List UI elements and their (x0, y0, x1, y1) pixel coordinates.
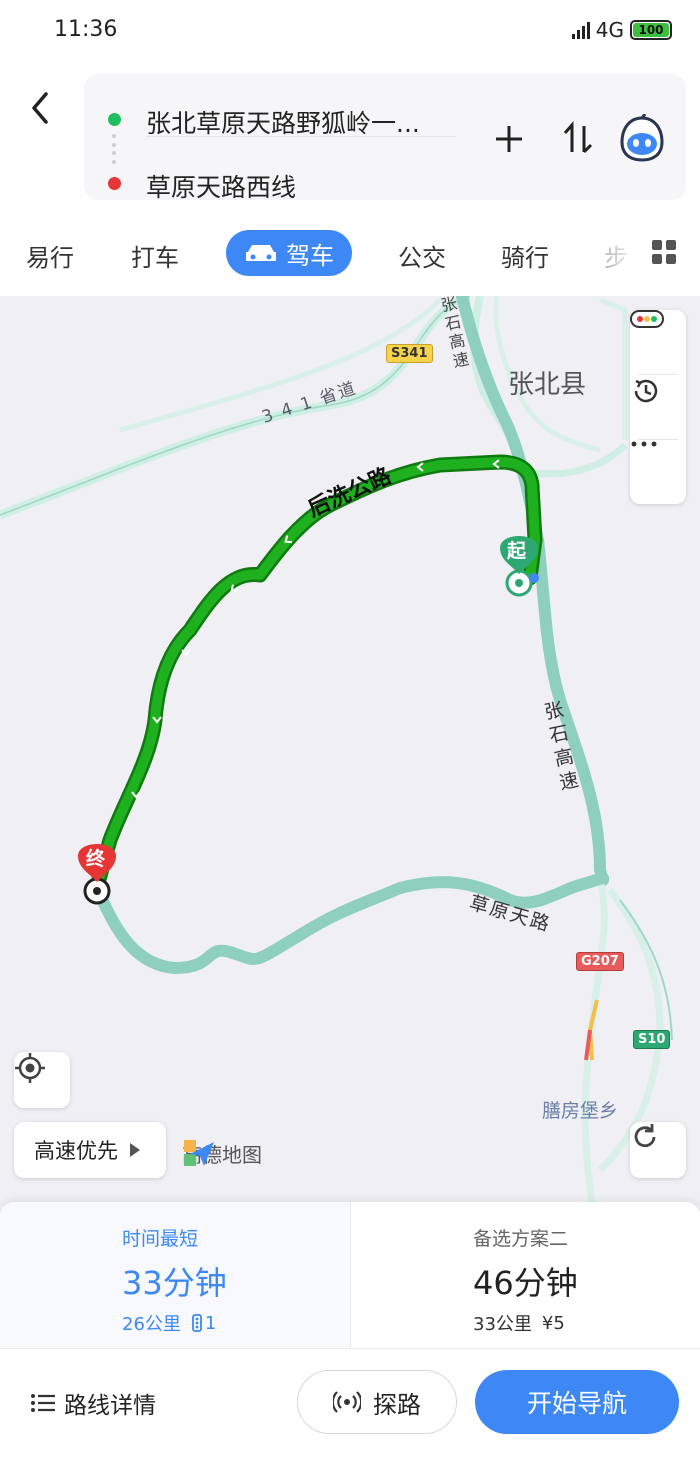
map-controls (630, 310, 686, 504)
route-input-card: 张北草原天路野狐岭一... 草原天路西线 (84, 74, 686, 202)
back-arrow-icon[interactable] (26, 88, 56, 128)
route-option-fastest[interactable]: 时间最短 33分钟 26公里 1 (0, 1202, 350, 1348)
map-roads (0, 296, 673, 1206)
tab-cycling[interactable]: 骑行 (501, 238, 549, 273)
destination-dot-icon (108, 177, 121, 190)
route-details-button[interactable]: 路线详情 (30, 1386, 156, 1420)
destination-field[interactable]: 草原天路西线 (146, 168, 296, 204)
origin-field[interactable]: 张北草原天路野狐岭一... (146, 104, 420, 140)
list-icon (31, 1394, 55, 1412)
route-option-label: 时间最短 (122, 1228, 199, 1250)
network-type: 4G (595, 18, 624, 42)
tabs-fade (590, 228, 640, 284)
start-navigation-button[interactable]: 开始导航 (475, 1370, 679, 1434)
more-modes-icon[interactable] (652, 240, 676, 264)
broadcast-icon (333, 1391, 361, 1413)
traffic-lights-value: 1 (204, 1312, 217, 1334)
traffic-signal-icon (192, 1314, 202, 1332)
status-bar: 11:36 4G 100 (0, 0, 700, 60)
locate-button[interactable] (14, 1052, 70, 1108)
refresh-button[interactable] (630, 1122, 686, 1178)
more-options-button[interactable] (630, 440, 686, 504)
origin-dot-icon (108, 113, 121, 126)
route-option-duration: 46分钟 (473, 1264, 578, 1302)
route-preference-label: 高速优先 (34, 1139, 118, 1163)
app-screen: 11:36 4G 100 张北草原天路野狐岭一... 草原天路西线 易行 打车 … (0, 0, 700, 1457)
route-option-meta: 26公里 1 (122, 1310, 216, 1336)
battery-icon: 100 (630, 20, 672, 40)
status-icons: 4G 100 (571, 18, 672, 42)
route-option-meta: 33公里 ¥5 (473, 1310, 565, 1336)
start-navigation-label: 开始导航 (526, 1389, 627, 1418)
traffic-lights-count: 1 (191, 1313, 216, 1334)
township-label: 膳房堡乡 (542, 1100, 619, 1122)
connector-dots (112, 134, 116, 164)
route-option-alternative[interactable]: 备选方案二 46分钟 33公里 ¥5 (350, 1202, 700, 1348)
explore-road-button[interactable]: 探路 (297, 1370, 457, 1434)
clock: 11:36 (54, 17, 118, 42)
amap-logo: 高德地图 (182, 1136, 262, 1170)
shield-s341: S341 (386, 344, 433, 363)
route-option-toll: ¥5 (541, 1312, 565, 1334)
route-header: 张北草原天路野狐岭一... 草原天路西线 易行 打车 驾车 公交 骑行 (0, 60, 700, 296)
history-button[interactable] (630, 375, 686, 439)
add-waypoint-icon[interactable] (492, 122, 526, 156)
field-divider (146, 136, 456, 137)
tab-easy-travel[interactable]: 易行 (26, 238, 74, 273)
transport-tabs: 易行 打车 驾车 公交 骑行 步 (0, 228, 700, 284)
car-icon (246, 245, 276, 261)
traffic-light-icon (630, 310, 664, 328)
route-details-label: 路线详情 (64, 1393, 156, 1419)
tab-drive[interactable]: 驾车 (226, 230, 352, 276)
sheet-divider (0, 1348, 700, 1349)
route-option-distance: 33公里 (473, 1314, 532, 1335)
tab-taxi[interactable]: 打车 (131, 238, 179, 273)
traffic-toggle[interactable] (630, 310, 686, 374)
route-option-label: 备选方案二 (473, 1228, 569, 1250)
expand-triangle-icon (130, 1143, 140, 1157)
end-marker[interactable]: 终 (86, 844, 105, 871)
route-preference-button[interactable]: 高速优先 (14, 1122, 166, 1178)
route-option-distance: 26公里 (122, 1314, 181, 1335)
shield-g207: G207 (576, 952, 624, 971)
clock-history-icon (634, 379, 658, 403)
signal-icon (571, 21, 590, 39)
assistant-mascot-icon[interactable] (618, 114, 666, 164)
start-marker[interactable]: 起 (507, 536, 526, 563)
swap-direction-icon[interactable] (560, 120, 596, 158)
explore-road-label: 探路 (373, 1390, 421, 1419)
shield-s10: S10 (633, 1030, 671, 1049)
battery-level: 100 (633, 23, 669, 37)
more-dots-icon (631, 441, 657, 447)
route-option-duration: 33分钟 (122, 1264, 227, 1302)
amap-logo-icon (184, 1140, 214, 1166)
crosshair-icon (15, 1053, 45, 1083)
map-view[interactable]: 起 终 张北县 3 4 1 省道 后洗公路 张石高速 张石高速 草原天路 膳房堡… (0, 296, 700, 1206)
route-options-sheet: 时间最短 33分钟 26公里 1 备选方案二 46分钟 33公里 ¥5 路线详情… (0, 1202, 700, 1457)
county-label: 张北县 (508, 370, 587, 400)
refresh-icon (634, 1124, 656, 1148)
tab-transit[interactable]: 公交 (398, 238, 446, 273)
tab-drive-label: 驾车 (286, 241, 334, 270)
